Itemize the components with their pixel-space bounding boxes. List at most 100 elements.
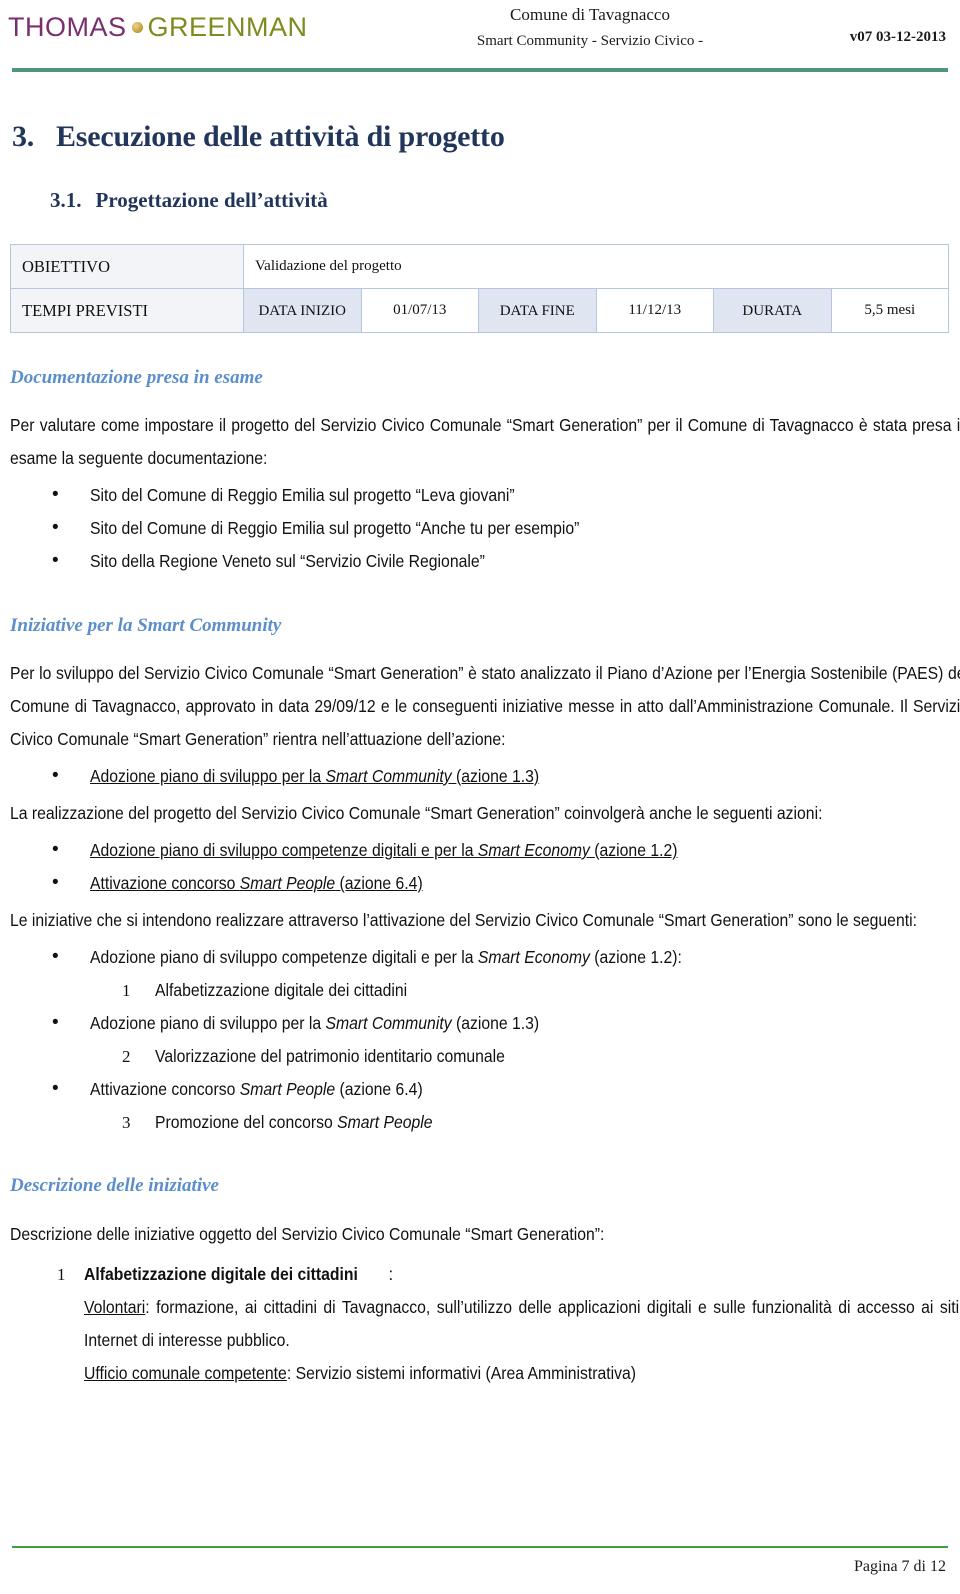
list-iniziative-dettaglio: Adozione piano di sviluppo competenze di…	[0, 940, 960, 1139]
logo-greenman-text: GREENMAN	[147, 12, 308, 42]
document-body: 3. Esecuzione delle attività di progetto …	[0, 72, 960, 1390]
page-title: 3. Esecuzione delle attività di progetto	[12, 120, 960, 154]
list-item-post: (azione 1.3)	[451, 766, 540, 786]
section-title-text: Progettazione dell’attività	[95, 188, 328, 212]
table-cell-duration-value: 5,5 mesi	[830, 288, 949, 333]
section-heading-iniziative: Iniziative per la Smart Community	[10, 615, 282, 636]
numbered-item-italic: Smart People	[337, 1112, 433, 1132]
list-item-label: Sito del Comune di Reggio Emilia sul pro…	[90, 485, 515, 505]
list-item-italic: Smart Community	[325, 766, 452, 786]
list-item-label: Attivazione concorso Smart People (azion…	[90, 1073, 423, 1106]
list-item-pre: Adozione piano di sviluppo per la	[90, 766, 326, 786]
table-cell-times-label: TEMPI PREVISTI	[10, 288, 244, 333]
table-cell-end-date-value: 11/12/13	[595, 288, 714, 333]
footer-divider-rule	[12, 1546, 948, 1548]
list-item-italic: Smart People	[239, 873, 336, 893]
list-item-label: Adozione piano di sviluppo per la Smart …	[90, 760, 539, 793]
numbered-item: 1 Alfabetizzazione digitale dei cittadini	[0, 974, 960, 1007]
description-item-number: 1	[57, 1265, 66, 1284]
description-item-title: Alfabetizzazione digitale dei cittadini	[84, 1258, 358, 1291]
description-item-volunteers-label: Volontari	[84, 1297, 146, 1317]
list-item-pre: Adozione piano di sviluppo competenze di…	[90, 947, 478, 967]
list-item: Attivazione concorso Smart People (azion…	[0, 866, 960, 900]
paragraph-iniziative-3: Le iniziative che si intendono realizzar…	[10, 910, 917, 930]
header-title-line1: Comune di Tavagnacco	[510, 5, 670, 24]
list-item-label: Sito del Comune di Reggio Emilia sul pro…	[90, 518, 580, 538]
numbered-item-number: 2	[122, 1047, 131, 1066]
description-item-title-suffix: :	[388, 1264, 394, 1284]
table-row: OBIETTIVO Validazione del progetto	[10, 244, 949, 289]
numbered-item-number: 1	[122, 981, 131, 1000]
paragraph-iniziative-1: Per lo sviluppo del Servizio Civico Comu…	[10, 663, 960, 749]
header-title-block: Comune di Tavagnacco Smart Community - S…	[390, 4, 790, 52]
company-logo: THOMAS GREENMAN	[8, 12, 308, 43]
list-group: Attivazione concorso Smart People (azion…	[0, 1072, 960, 1106]
list-item-italic: Smart Economy	[477, 947, 590, 967]
list-item-post: (azione 1.2)	[589, 840, 678, 860]
footer-page-number: Pagina 7 di 12	[854, 1558, 946, 1575]
list-item-pre: Attivazione concorso	[90, 1079, 240, 1099]
list-item-label: Adozione piano di sviluppo per la Smart …	[90, 1007, 539, 1040]
list-item-label: Adozione piano di sviluppo competenze di…	[90, 834, 677, 867]
paragraph-iniziative-2: La realizzazione del progetto del Serviz…	[10, 803, 823, 823]
description-item-title-row: Alfabetizzazione digitale dei cittadini:	[84, 1258, 960, 1291]
list-item-post: (azione 6.4)	[335, 873, 423, 893]
list-group: Adozione piano di sviluppo per la Smart …	[0, 1006, 960, 1040]
description-item-1: 1 Alfabetizzazione digitale dei cittadin…	[0, 1258, 960, 1390]
page-title-text: Esecuzione delle attività di progetto	[56, 120, 505, 153]
list-item-pre: Adozione piano di sviluppo competenze di…	[90, 840, 478, 860]
list-item-pre: Attivazione concorso	[90, 873, 240, 893]
list-item-label: Sito della Regione Veneto sul “Servizio …	[90, 551, 485, 571]
table-cell-duration-label: DURATA	[713, 288, 832, 333]
list-group: Adozione piano di sviluppo competenze di…	[0, 940, 960, 974]
list-item: Sito del Comune di Reggio Emilia sul pro…	[0, 478, 960, 512]
section-title-number: 3.1.	[50, 188, 82, 212]
paragraph-descrizione: Descrizione delle iniziative oggetto del…	[10, 1224, 605, 1244]
page-title-number: 3.	[12, 120, 35, 153]
description-item-volunteers: Volontari: formazione, ai cittadini di T…	[84, 1291, 960, 1357]
logo-dot-icon	[131, 21, 143, 33]
numbered-item-label: Alfabetizzazione digitale dei cittadini	[155, 980, 408, 1000]
table-cell-objective-label: OBIETTIVO	[10, 244, 244, 289]
table-cell-end-date-label: DATA FINE	[478, 288, 597, 333]
list-item: Sito della Regione Veneto sul “Servizio …	[0, 544, 960, 578]
list-documentazione: Sito del Comune di Reggio Emilia sul pro…	[0, 478, 960, 578]
list-item: Adozione piano di sviluppo per la Smart …	[0, 759, 960, 793]
list-item-pre: Adozione piano di sviluppo per la	[90, 1013, 326, 1033]
description-item-office-label: Ufficio comunale competente	[84, 1363, 287, 1383]
list-item: Adozione piano di sviluppo per la Smart …	[0, 1006, 960, 1040]
project-info-table: OBIETTIVO Validazione del progetto TEMPI…	[10, 244, 949, 333]
description-item-office: Ufficio comunale competente: Servizio si…	[84, 1357, 960, 1390]
header-version-label: v07 03-12-2013	[849, 29, 946, 45]
section-heading-documentazione: Documentazione presa in esame	[10, 367, 263, 388]
table-row: TEMPI PREVISTI DATA INIZIO 01/07/13 DATA…	[10, 288, 949, 333]
list-item: Adozione piano di sviluppo competenze di…	[0, 940, 960, 974]
list-item-post: (azione 6.4)	[335, 1079, 423, 1099]
list-azione-1-3: Adozione piano di sviluppo per la Smart …	[0, 759, 960, 793]
section-title: 3.1. Progettazione dell’attività	[50, 188, 960, 213]
paragraph-documentazione: Per valutare come impostare il progetto …	[10, 415, 960, 468]
description-item-volunteers-text: : formazione, ai cittadini di Tavagnacco…	[84, 1297, 960, 1350]
list-item-italic: Smart Community	[325, 1013, 452, 1033]
description-item-title-text: Alfabetizzazione digitale dei cittadini	[84, 1264, 358, 1284]
list-item-italic: Smart Economy	[477, 840, 590, 860]
numbered-item: 2 Valorizzazione del patrimonio identitar…	[0, 1040, 960, 1073]
table-cell-start-date-label: DATA INIZIO	[243, 288, 362, 333]
list-item-post: (azione 1.3)	[451, 1013, 540, 1033]
numbered-item-label: Promozione del concorso Smart People	[155, 1106, 433, 1139]
numbered-item: 3 Promozione del concorso Smart People	[0, 1106, 960, 1139]
table-cell-start-date-value: 01/07/13	[360, 288, 479, 333]
list-item-italic: Smart People	[239, 1079, 336, 1099]
list-item-label: Attivazione concorso Smart People (azion…	[90, 867, 423, 900]
list-item-post: (azione 1.2):	[589, 947, 682, 967]
numbered-item-pre: Promozione del concorso	[155, 1112, 338, 1132]
numbered-item-number: 3	[122, 1113, 131, 1132]
table-cell-objective-value: Validazione del progetto	[243, 244, 949, 289]
section-heading-descrizione: Descrizione delle iniziative	[10, 1175, 219, 1196]
logo-thomas-text: THOMAS	[8, 12, 127, 42]
list-item: Attivazione concorso Smart People (azion…	[0, 1072, 960, 1106]
list-azioni-coinvolte: Adozione piano di sviluppo competenze di…	[0, 833, 960, 900]
page-header: THOMAS GREENMAN Comune di Tavagnacco Smar…	[0, 0, 960, 72]
list-item: Adozione piano di sviluppo competenze di…	[0, 833, 960, 867]
header-title-line2: Smart Community - Servizio Civico -	[476, 33, 704, 49]
